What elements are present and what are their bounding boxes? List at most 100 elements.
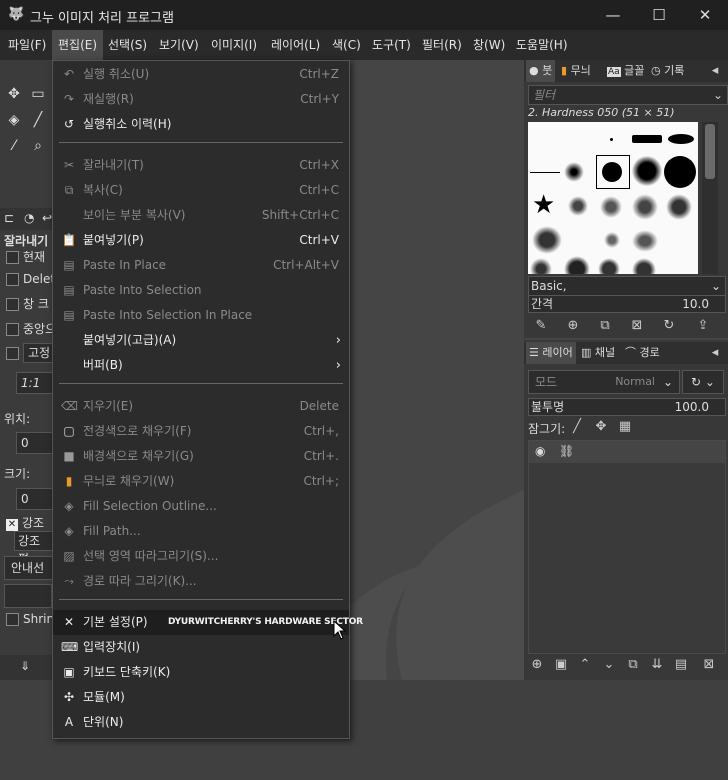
dock-menu-icon[interactable]: ◂ — [704, 60, 726, 82]
menu-item-fill-path[interactable]: ◈ Fill Path... — [53, 519, 349, 544]
color-picker-tool-icon[interactable]: ⁄ — [4, 136, 24, 156]
open-brush-as-image-icon[interactable]: ⇪ — [692, 315, 714, 337]
brush-preset-dropdown[interactable]: Basic, ⌄ — [528, 276, 726, 296]
maximize-button[interactable]: ☐ — [636, 0, 682, 30]
menu-item-clear[interactable]: ⌫ 지우기(E) Delete — [53, 394, 349, 419]
menu-image[interactable]: 이미지(I) — [205, 30, 263, 60]
spacing-slider[interactable]: 간격 10.0 — [528, 295, 726, 313]
menu-item-input-devices[interactable]: ⌨ 입력장치(I) — [53, 635, 349, 660]
paintbrush-tool-icon[interactable]: ╱ — [28, 110, 48, 130]
menu-item-paste-into-selection[interactable]: ▤ Paste Into Selection — [53, 278, 349, 303]
menu-item-paste-in-place[interactable]: ▤ Paste In Place Ctrl+Alt+V — [53, 253, 349, 278]
edit-brush-icon[interactable]: ✎ — [530, 315, 552, 337]
menu-item-fill-bg[interactable]: ■ 배경색으로 채우기(G) Ctrl+. — [53, 444, 349, 469]
merge-layer-icon[interactable]: ⇊ — [646, 654, 668, 676]
chain-link-icon[interactable]: ⛓ — [559, 444, 574, 458]
tab-layers[interactable]: ☰ 레이어 — [526, 342, 576, 364]
menu-select[interactable]: 선택(S) — [102, 30, 153, 60]
menu-item-fill-fg[interactable]: ▢ 전경색으로 채우기(F) Ctrl+, — [53, 419, 349, 444]
new-brush-icon[interactable]: ⊕ — [562, 315, 584, 337]
option-fixed-checkbox[interactable]: 고정 — [6, 343, 56, 364]
bucket-fill-tool-icon[interactable]: ◈ — [4, 110, 24, 130]
layer-mode-dropdown[interactable]: 모드 Normal ⌄ — [528, 370, 680, 394]
menu-item-stroke-path[interactable]: ⤳ 경로 따라 그리기(K)... — [53, 569, 349, 594]
tool-options-tab-icon[interactable]: ⊏ — [4, 211, 14, 225]
menu-item-copy-visible[interactable]: 보이는 부분 복사(V) Shift+Ctrl+C — [53, 203, 349, 228]
menu-tools[interactable]: 도구(T) — [366, 30, 417, 60]
menu-item-redo[interactable]: ↷ 재실행(R) Ctrl+Y — [53, 87, 349, 112]
layers-list[interactable]: ◉ ⛓ — [528, 440, 726, 654]
device-status-tab-icon[interactable]: ◔ — [24, 211, 34, 225]
fill-path-icon: ◈ — [64, 524, 74, 538]
raise-layer-icon[interactable]: ⌃ — [574, 654, 596, 676]
menu-edit[interactable]: 편집(E) — [52, 30, 104, 60]
menu-item-preferences[interactable]: ✕ 기본 설정(P) DYURWITCHERRY'S HARDWARE SECTOR — [53, 610, 363, 635]
position-x-field[interactable]: 0 — [16, 432, 54, 454]
menu-item-paste-as[interactable]: 붙여넣기(고급)(A) › — [53, 328, 349, 353]
aspect-ratio-field[interactable]: 1:1 — [16, 372, 54, 394]
close-button[interactable]: ✕ — [682, 0, 728, 30]
minimize-button[interactable]: — — [590, 0, 636, 30]
menu-item-paste[interactable]: 📋 붙여넣기(P) Ctrl+V — [53, 228, 349, 253]
menu-item-modules[interactable]: ✣ 모듈(M) — [53, 685, 349, 710]
opacity-slider[interactable]: 불투명 100.0 — [528, 398, 726, 416]
lock-alpha-icon[interactable]: ▦ — [614, 416, 636, 438]
visibility-eye-icon[interactable]: ◉ — [535, 444, 545, 458]
lock-pixels-icon[interactable]: ╱ — [566, 416, 588, 438]
highlight-dropdown[interactable]: 강조 평 — [14, 531, 55, 566]
tab-history[interactable]: ◷ 기록 — [648, 60, 687, 82]
brush-grid[interactable]: ★ — [528, 122, 698, 274]
tab-brushes[interactable]: ● 붓 — [526, 60, 556, 82]
duplicate-brush-icon[interactable]: ⧉ — [594, 315, 616, 337]
size-width-field[interactable]: 0 — [16, 488, 54, 510]
option-center-checkbox[interactable]: 중앙으 — [6, 320, 56, 340]
move-tool-icon[interactable]: ✥ — [4, 84, 24, 104]
menu-item-undo[interactable]: ↶ 실행 취소(U) Ctrl+Z — [53, 62, 349, 87]
menu-filters[interactable]: 필터(R) — [416, 30, 468, 60]
rect-select-tool-icon[interactable]: ▭ — [28, 84, 48, 104]
option-current-checkbox[interactable]: 현재 — [6, 248, 45, 268]
tab-paths[interactable]: ⌒ 경로 — [622, 342, 663, 364]
paste-in-place-icon: ▤ — [63, 258, 75, 272]
tab-patterns[interactable]: ▮ 무늬 — [558, 60, 594, 82]
new-layer-group-icon[interactable]: ▣ — [550, 654, 572, 676]
brush-filter-input[interactable]: 필터 ⌄ — [528, 85, 728, 105]
menu-colors[interactable]: 색(C) — [326, 30, 367, 60]
menu-item-fill-pattern[interactable]: ▮ 무늬로 채우기(W) Ctrl+; — [53, 469, 349, 494]
window-title: 그누 이미지 처리 프로그램 — [30, 11, 174, 26]
menu-item-paste-into-selection-in-place[interactable]: ▤ Paste Into Selection In Place — [53, 303, 349, 328]
menu-item-undo-history[interactable]: ↺ 실행취소 이력(H) — [53, 112, 349, 137]
tab-fonts[interactable]: Aa 글꼴 — [604, 60, 647, 82]
lock-position-icon[interactable]: ✥ — [590, 416, 612, 438]
delete-brush-icon[interactable]: ⊠ — [626, 315, 648, 337]
delete-layer-icon[interactable]: ⊠ — [698, 654, 720, 676]
guides-dropdown[interactable]: 안내선 — [4, 556, 56, 580]
chevron-down-icon: ⌄ — [712, 88, 723, 102]
tab-channels[interactable]: ▥ 채널 — [578, 342, 618, 364]
menu-file[interactable]: 파일(F) — [2, 30, 52, 60]
zoom-tool-icon[interactable]: ⌕ — [28, 136, 48, 156]
layer-mask-icon[interactable]: ▤ — [670, 654, 692, 676]
auto-shrink-button[interactable] — [4, 584, 52, 608]
menu-item-stroke-selection[interactable]: ▨ 선택 영역 따라그리기(S)... — [53, 544, 349, 569]
new-layer-icon[interactable]: ⊕ — [526, 654, 548, 676]
dock-menu-icon[interactable]: ◂ — [704, 342, 726, 364]
refresh-brushes-icon[interactable]: ↻ — [658, 315, 680, 337]
menu-item-buffer[interactable]: 버퍼(B) › — [53, 353, 349, 378]
lower-layer-icon[interactable]: ⌄ — [598, 654, 620, 676]
brush-grid-scrollbar[interactable] — [702, 122, 718, 274]
menu-item-fill-selection-outline[interactable]: ◈ Fill Selection Outline... — [53, 494, 349, 519]
undo-tab-icon[interactable]: ↩ — [42, 211, 52, 225]
menu-item-units[interactable]: A 단위(N) — [53, 710, 349, 735]
menu-item-keyboard-shortcuts[interactable]: ▣ 키보드 단축키(K) — [53, 660, 349, 685]
menu-view[interactable]: 보기(V) — [153, 30, 205, 60]
menu-layer[interactable]: 레이어(L) — [265, 30, 326, 60]
menu-help[interactable]: 도움말(H) — [510, 30, 574, 60]
menu-windows[interactable]: 창(W) — [467, 30, 511, 60]
mode-reset-button[interactable]: ↻ ⌄ — [682, 370, 724, 394]
duplicate-layer-icon[interactable]: ⧉ — [622, 654, 644, 676]
menu-item-cut[interactable]: ✂ 잘라내기(T) Ctrl+X — [53, 153, 349, 178]
save-options-icon[interactable]: ⇓ — [20, 659, 30, 673]
option-window-checkbox[interactable]: 창 크 — [6, 295, 49, 315]
menu-item-copy[interactable]: ⧉ 복사(C) Ctrl+C — [53, 178, 349, 203]
